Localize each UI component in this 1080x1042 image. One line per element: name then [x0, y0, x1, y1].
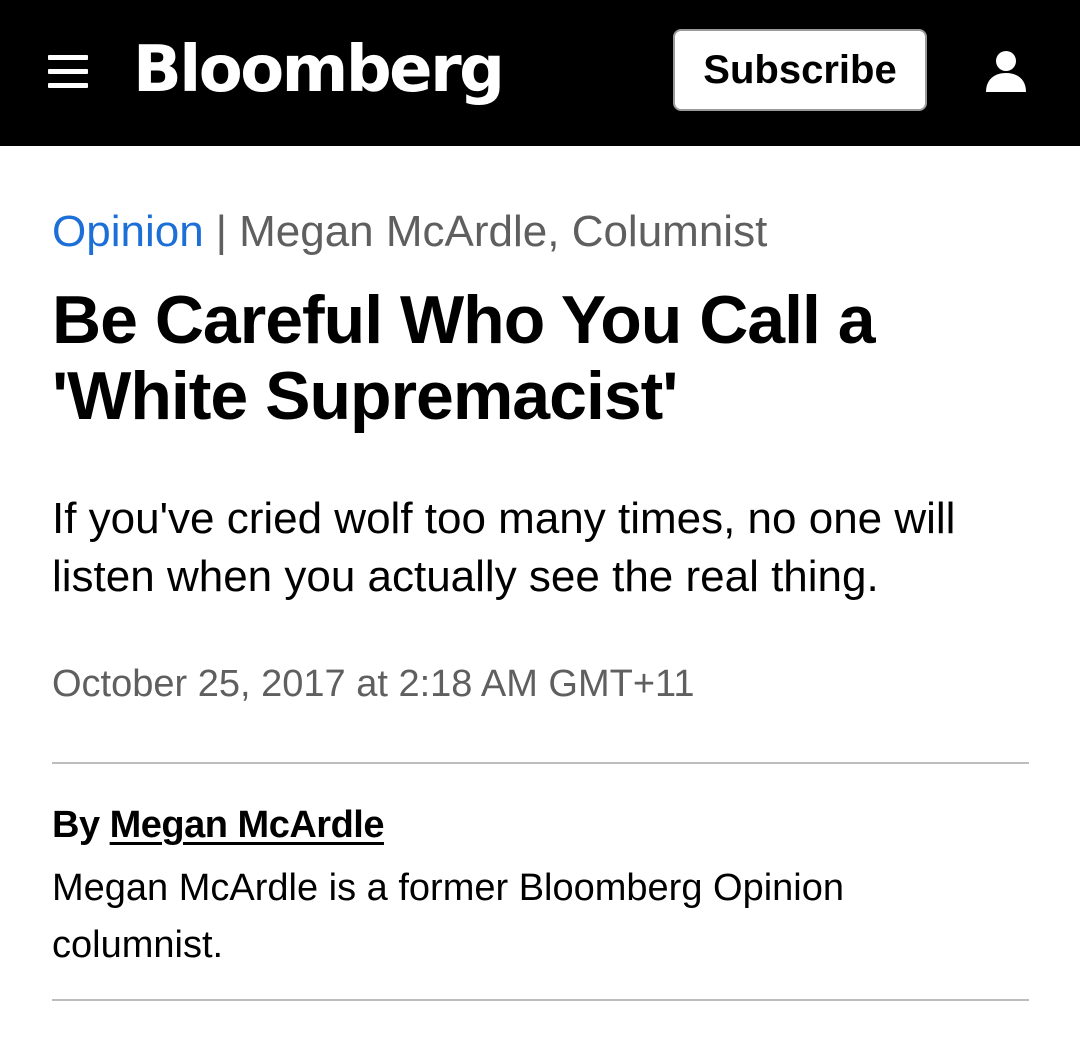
top-navigation-bar: Bloomberg Subscribe [0, 0, 1080, 146]
subscribe-button[interactable]: Subscribe [673, 29, 927, 111]
divider-bottom [52, 999, 1029, 1001]
hamburger-menu-icon[interactable] [48, 52, 90, 92]
article-kicker: Opinion | Megan McArdle, Columnist [52, 204, 767, 260]
bloomberg-logo[interactable]: Bloomberg [133, 28, 505, 112]
menu-line [48, 55, 88, 60]
author-link[interactable]: Megan McArdle [110, 804, 385, 846]
article-headline: Be Careful Who You Call a 'White Suprema… [52, 282, 876, 434]
section-link-opinion[interactable]: Opinion [52, 207, 204, 256]
article-dek: If you've cried wolf too many times, no … [52, 494, 956, 601]
user-silhouette-icon [986, 51, 1026, 92]
byline: By Megan McArdle [52, 800, 384, 850]
divider-top [52, 762, 1029, 764]
byline-prefix: By [52, 804, 100, 846]
author-bio: Megan McArdle is a former Bloomberg Opin… [52, 867, 845, 966]
publish-timestamp: October 25, 2017 at 2:18 AM GMT+11 [52, 663, 695, 705]
menu-line [48, 83, 88, 88]
kicker-separator: | [215, 207, 228, 256]
user-account-icon[interactable] [983, 50, 1029, 92]
columnist-label: Megan McArdle, Columnist [239, 207, 768, 256]
menu-line [48, 69, 88, 74]
